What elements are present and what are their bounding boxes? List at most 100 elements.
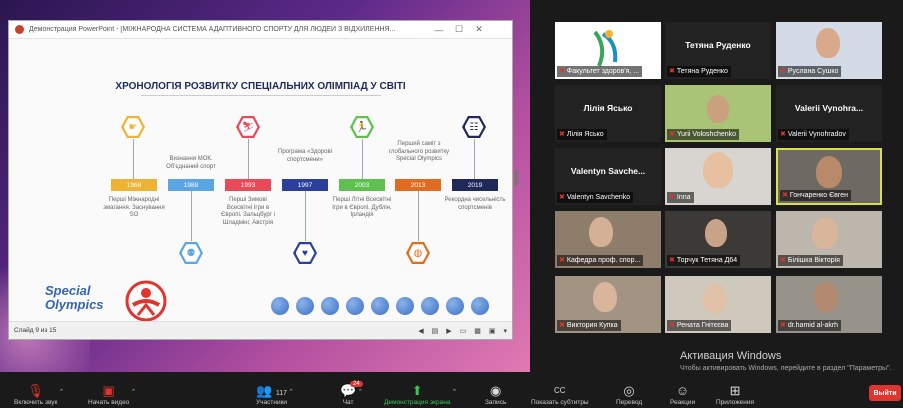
- runner-icon: 🏃: [350, 115, 374, 139]
- reading-view-icon[interactable]: ▣: [489, 327, 496, 335]
- close-button[interactable]: ✕: [469, 24, 489, 35]
- participant-tile[interactable]: ✖ Руслана Сушко: [776, 22, 882, 79]
- participant-tile[interactable]: ✖ Факультет здоров'я, ...: [555, 22, 661, 79]
- participant-tile[interactable]: Valentyn Savche... ✖ Valentyn Savchenko: [555, 148, 661, 205]
- translate-button[interactable]: ◎ Перевод: [616, 383, 642, 406]
- timeline-caption: Перші Міжнародні змагання. Заснування SO: [103, 197, 165, 218]
- normal-view-icon[interactable]: ▭: [460, 327, 467, 335]
- year-1997: 1997: [282, 179, 328, 191]
- slide-dot[interactable]: [471, 297, 489, 315]
- participant-name: Рената Гнітєєва: [676, 322, 729, 329]
- closed-caption-icon: CC: [554, 386, 566, 395]
- prev-slide-icon[interactable]: ◀: [418, 327, 423, 335]
- title-underline: [141, 95, 381, 96]
- year-1993: 1993: [225, 179, 271, 191]
- participant-video: [816, 156, 842, 188]
- apps-icon: ⊞: [729, 383, 741, 398]
- participant-name: Тетяна Руденко: [676, 68, 728, 75]
- participant-name: dr.hamid al-akrh: [787, 322, 839, 329]
- participant-tile[interactable]: ✖ dr.hamid al-akrh: [776, 276, 882, 333]
- unmute-button[interactable]: 🎙 Включить звук ⌃: [14, 383, 64, 406]
- timeline-caption: Програма «Здорові спортсмени»: [278, 149, 332, 163]
- slide-dot[interactable]: [346, 297, 364, 315]
- unified-team-icon: ⚉: [179, 241, 203, 265]
- chevron-up-icon[interactable]: ⌃: [130, 388, 136, 396]
- slide-status-bar: Слайд 9 из 15 ◀ ▤ ▶ ▭ ▦ ▣ ▾: [9, 321, 512, 339]
- slide-dot[interactable]: [446, 297, 464, 315]
- slideshow-view-icon[interactable]: ▾: [503, 327, 507, 335]
- next-slide-icon[interactable]: ▶: [446, 327, 451, 335]
- slide-counter: Слайд 9 из 15: [14, 327, 57, 334]
- muted-mic-icon: ✖: [669, 68, 675, 75]
- participant-video: [703, 152, 733, 188]
- globe-icon: ◎: [623, 383, 635, 398]
- participant-tile[interactable]: ✖ Рената Гнітєєва: [665, 276, 771, 333]
- participant-tile[interactable]: ✖ Торчук Тетяна Д64: [665, 211, 771, 268]
- minimize-button[interactable]: —: [429, 25, 449, 35]
- connector-line: [248, 139, 249, 179]
- skier-icon: ⛷: [236, 115, 260, 139]
- globe-icon: ◍: [406, 241, 430, 265]
- participant-tile-active-speaker[interactable]: ✖ Гончаренко Євген: [776, 148, 882, 205]
- share-screen-button[interactable]: ⬆ Демонстрация экрана ⌃: [384, 383, 457, 406]
- slide-dots: [271, 297, 489, 315]
- participant-video: [816, 28, 840, 58]
- slide: ХРОНОЛОГІЯ РОЗВИТКУ СПЕЦІАЛЬНИХ ОЛІМПІАД…: [9, 39, 512, 322]
- participant-tile[interactable]: Valerii Vynohra... ✖ Valerii Vynohradov: [776, 85, 882, 142]
- chevron-up-icon[interactable]: ⌃: [452, 388, 458, 396]
- participant-tile[interactable]: Лілія Ясько ✖ Лілія Ясько: [555, 85, 661, 142]
- muted-mic-icon: ✖: [669, 322, 675, 329]
- participant-name: Valentyn Savchenko: [566, 194, 631, 201]
- participant-video: [703, 284, 727, 314]
- muted-mic-icon: ✖: [780, 68, 786, 75]
- heartbeat-icon: ♥: [293, 241, 317, 265]
- video-off-icon: ▣: [102, 383, 115, 398]
- participants-button[interactable]: 👥 117 Участники ⌃: [256, 383, 294, 406]
- participant-video: [812, 217, 838, 249]
- menu-icon[interactable]: ▤: [432, 327, 439, 335]
- start-video-button[interactable]: ▣ Начать видео ⌃: [88, 383, 136, 406]
- windows-activation-watermark: Активация Windows Чтобы активировать Win…: [680, 350, 892, 372]
- participant-tile[interactable]: ✖ Inna: [665, 148, 771, 205]
- slide-title: ХРОНОЛОГІЯ РОЗВИТКУ СПЕЦІАЛЬНИХ ОЛІМПІАД…: [115, 81, 406, 92]
- chevron-up-icon[interactable]: ⌃: [357, 388, 363, 396]
- maximize-button[interactable]: ☐: [449, 24, 469, 35]
- participant-tile[interactable]: ✖ Yurii Voloshchenko: [665, 85, 771, 142]
- crowd-icon: ☷: [462, 115, 486, 139]
- window-title: Демонстрация PowerPoint - [МІЖНАРОДНА СИ…: [29, 26, 396, 33]
- connector-line: [474, 139, 475, 179]
- record-icon: ◉: [489, 383, 502, 398]
- participant-name: Лілія Ясько: [566, 131, 604, 138]
- record-button[interactable]: ◉ Запись: [485, 383, 506, 406]
- slide-dot[interactable]: [396, 297, 414, 315]
- chat-button[interactable]: 💬 24 Чат ⌃: [340, 381, 363, 406]
- slide-dot[interactable]: [296, 297, 314, 315]
- year-2019: 2019: [452, 179, 498, 191]
- participant-tile[interactable]: ✖ Кафедра проф. спор...: [555, 211, 661, 268]
- slide-dot[interactable]: [321, 297, 339, 315]
- participant-tile[interactable]: Тетяна Руденко ✖ Тетяна Руденко: [665, 22, 771, 79]
- year-1988: 1988: [168, 179, 214, 191]
- slide-dot[interactable]: [421, 297, 439, 315]
- participant-tile[interactable]: ✖ Виктория Купка: [555, 276, 661, 333]
- subtitles-button[interactable]: CC Показать субтитры: [531, 383, 589, 406]
- chevron-up-icon[interactable]: ⌃: [288, 388, 294, 396]
- apps-button[interactable]: ⊞ Приложения: [716, 383, 754, 406]
- muted-mic-icon: ✖: [559, 322, 565, 329]
- chevron-up-icon[interactable]: ⌃: [58, 388, 64, 396]
- participant-display-name: Valentyn Savche...: [570, 166, 646, 176]
- gallery-splitter-handle[interactable]: [515, 170, 518, 186]
- reactions-button[interactable]: ☺ Реакции: [670, 383, 695, 406]
- muted-mic-icon: ✖: [559, 68, 565, 75]
- participant-name: Торчук Тетяна Д64: [676, 257, 738, 264]
- slide-dot[interactable]: [371, 297, 389, 315]
- slide-dot[interactable]: [271, 297, 289, 315]
- participants-icon: 👥: [256, 383, 273, 398]
- powerpoint-icon: [15, 25, 24, 34]
- special-olympics-logo: Special Olympics: [45, 283, 104, 312]
- leave-button[interactable]: Выйти: [869, 385, 901, 401]
- participant-tile[interactable]: ✖ Білішка Вікторія: [776, 211, 882, 268]
- sorter-view-icon[interactable]: ▦: [474, 327, 481, 335]
- participant-video: [814, 282, 838, 312]
- participant-name: Факультет здоров'я, ...: [566, 68, 640, 75]
